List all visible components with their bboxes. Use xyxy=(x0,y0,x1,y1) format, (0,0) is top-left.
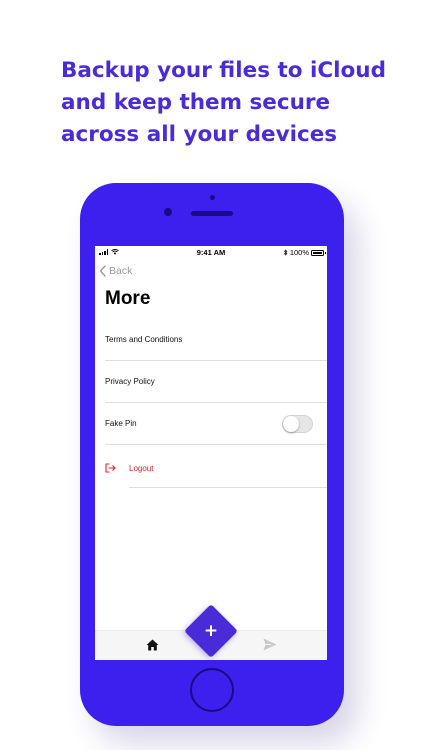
headline: Backup your files to iCloud and keep the… xyxy=(61,55,401,151)
send-icon[interactable] xyxy=(263,638,277,651)
logout-label: Logout xyxy=(129,463,154,473)
page-title: More xyxy=(105,288,151,309)
logout-icon xyxy=(105,463,116,473)
phone-speaker xyxy=(191,211,233,216)
headline-line-1: Backup your files to iCloud xyxy=(61,58,386,83)
battery-percent: 100% xyxy=(289,248,309,257)
status-right: 100% xyxy=(283,248,326,257)
chevron-left-icon xyxy=(99,265,106,277)
logout-button[interactable]: Logout xyxy=(105,448,327,488)
menu-item-label: Privacy Policy xyxy=(105,377,155,386)
headline-line-3: across all your devices xyxy=(61,122,338,147)
divider xyxy=(129,487,327,488)
fake-pin-toggle[interactable] xyxy=(282,414,313,433)
home-button[interactable] xyxy=(190,668,234,712)
phone-camera xyxy=(164,208,172,216)
battery-icon xyxy=(311,249,326,256)
home-icon[interactable] xyxy=(146,639,159,651)
bluetooth-icon xyxy=(283,249,288,256)
headline-line-2: and keep them secure xyxy=(61,90,331,115)
phone-screen: 9:41 AM 100% Back More Terms and Conditi… xyxy=(95,246,327,660)
status-bar: 9:41 AM 100% xyxy=(95,246,327,259)
menu-item-fake-pin: Fake Pin xyxy=(105,403,327,445)
toggle-knob xyxy=(283,415,299,432)
menu-item-label: Terms and Conditions xyxy=(105,335,183,344)
back-label: Back xyxy=(109,265,133,277)
phone-sensor xyxy=(210,195,215,200)
menu-item-privacy[interactable]: Privacy Policy xyxy=(105,361,327,403)
menu-item-terms[interactable]: Terms and Conditions xyxy=(105,319,327,361)
back-button[interactable]: Back xyxy=(99,265,132,277)
